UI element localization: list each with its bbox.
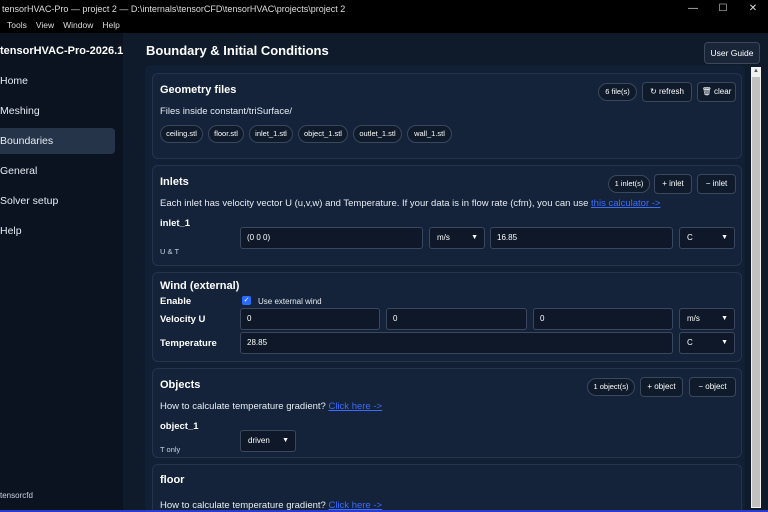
wind-card: Wind (external) Enable ✓ Use external wi… — [152, 272, 742, 362]
app-brand: tensorHVAC-Pro-2026.1.1 — [0, 45, 133, 57]
objects-description: How to calculate temperature gradient? C… — [160, 401, 382, 412]
sidebar-item-home[interactable]: Home — [0, 68, 115, 94]
inlet-velocity-unit-value: m/s — [437, 233, 450, 242]
object-count-badge: 1 object(s) — [587, 378, 635, 396]
inlet-temperature-unit-select[interactable]: C ▼ — [679, 227, 735, 249]
user-guide-button[interactable]: User Guide — [704, 42, 760, 64]
inlet-temperature-unit-value: C — [687, 233, 693, 242]
sidebar-item-boundaries[interactable]: Boundaries — [0, 128, 115, 154]
wind-u-input[interactable]: 0 — [240, 308, 380, 330]
minimize-button[interactable]: — — [678, 0, 708, 17]
wind-w-input[interactable]: 0 — [533, 308, 673, 330]
inlet-count-badge: 1 inlet(s) — [608, 175, 650, 193]
wind-velocity-unit-select[interactable]: m/s ▼ — [679, 308, 735, 330]
menu-tools[interactable]: Tools — [7, 20, 27, 30]
objects-card: Objects 1 object(s) + object − object Ho… — [152, 368, 742, 458]
enable-label: Enable — [160, 296, 192, 307]
sidebar: tensorHVAC-Pro-2026.1.1 Home Meshing Bou… — [0, 33, 132, 512]
remove-object-button[interactable]: − object — [689, 377, 736, 397]
chevron-down-icon: ▼ — [721, 339, 728, 346]
sidebar-item-help[interactable]: Help — [0, 218, 115, 244]
wind-title: Wind (external) — [160, 280, 240, 292]
wind-velocity-unit-value: m/s — [687, 314, 700, 323]
sidebar-item-general[interactable]: General — [0, 158, 115, 184]
geometry-card: Geometry files 6 file(s) ↻ refresh 🗑 cle… — [152, 73, 742, 159]
geometry-title: Geometry files — [160, 84, 237, 96]
inlets-description-text: Each inlet has velocity vector U (u,v,w)… — [160, 198, 589, 209]
object-subtitle: T only — [160, 445, 181, 454]
maximize-button[interactable]: ☐ — [708, 0, 738, 17]
scrollbar-thumb[interactable] — [752, 77, 760, 507]
title-bar: tensorHVAC-Pro — project 2 — D:\internal… — [0, 0, 768, 17]
file-chip: inlet_1.stl — [249, 125, 293, 143]
menu-view[interactable]: View — [36, 20, 54, 30]
inlet-temperature-input[interactable]: 16.85 — [490, 227, 673, 249]
scroll-up-icon[interactable]: ▲ — [753, 68, 759, 74]
inlets-card: Inlets 1 inlet(s) + inlet − inlet Each i… — [152, 165, 742, 266]
clear-button[interactable]: 🗑 clear — [697, 82, 736, 102]
inlets-description: Each inlet has velocity vector U (u,v,w)… — [160, 198, 660, 209]
calculator-link[interactable]: this calculator -> — [591, 198, 660, 209]
main-content: Boundary & Initial Conditions User Guide… — [123, 33, 768, 512]
use-external-wind-label: Use external wind — [258, 297, 322, 306]
window-title: tensorHVAC-Pro — project 2 — D:\internal… — [2, 3, 346, 14]
velocity-u-label: Velocity U — [160, 314, 206, 325]
object-name: object_1 — [160, 421, 199, 432]
use-external-wind-checkbox[interactable]: ✓ — [242, 296, 251, 305]
inlet-subtitle: U & T — [160, 247, 180, 256]
floor-card: floor How to calculate temperature gradi… — [152, 464, 742, 512]
close-button[interactable]: ✕ — [738, 0, 768, 17]
inlet-name: inlet_1 — [160, 218, 191, 229]
temperature-label: Temperature — [160, 338, 217, 349]
geometry-description: Files inside constant/triSurface/ — [160, 106, 293, 117]
add-object-button[interactable]: + object — [640, 377, 683, 397]
file-chip: object_1.stl — [298, 125, 348, 143]
chevron-down-icon: ▼ — [471, 234, 478, 241]
menu-help[interactable]: Help — [102, 20, 119, 30]
menu-bar: Tools View Window Help — [0, 17, 768, 33]
inlets-title: Inlets — [160, 176, 189, 188]
wind-temperature-input[interactable]: 28.85 — [240, 332, 673, 354]
wind-v-input[interactable]: 0 — [386, 308, 527, 330]
file-count-badge: 6 file(s) — [598, 83, 637, 101]
inlet-velocity-input[interactable]: (0 0 0) — [240, 227, 423, 249]
add-inlet-button[interactable]: + inlet — [654, 174, 692, 194]
sidebar-item-meshing[interactable]: Meshing — [0, 98, 115, 124]
objects-help-link[interactable]: Click here -> — [328, 401, 382, 412]
refresh-button[interactable]: ↻ refresh — [642, 82, 692, 102]
sidebar-footer: tensorcfd — [0, 491, 33, 500]
wind-temperature-unit-value: C — [687, 338, 693, 347]
menu-window[interactable]: Window — [63, 20, 93, 30]
page-title: Boundary & Initial Conditions — [146, 43, 329, 58]
object-mode-select[interactable]: driven ▼ — [240, 430, 296, 452]
chevron-down-icon: ▼ — [721, 234, 728, 241]
file-chip: ceiling.stl — [160, 125, 203, 143]
window-controls: — ☐ ✕ — [678, 0, 768, 17]
wind-temperature-unit-select[interactable]: C ▼ — [679, 332, 735, 354]
objects-title: Objects — [160, 379, 201, 391]
inlet-velocity-unit-select[interactable]: m/s ▼ — [429, 227, 485, 249]
file-chip: outlet_1.stl — [353, 125, 402, 143]
scroll-area[interactable]: Geometry files 6 file(s) ↻ refresh 🗑 cle… — [145, 65, 745, 512]
object-mode-value: driven — [248, 436, 270, 445]
sidebar-item-solver-setup[interactable]: Solver setup — [0, 188, 115, 214]
objects-description-text: How to calculate temperature gradient? — [160, 401, 326, 412]
file-chip: wall_1.stl — [407, 125, 452, 143]
file-chip: floor.stl — [208, 125, 244, 143]
chevron-down-icon: ▼ — [721, 315, 728, 322]
scrollbar[interactable]: ▲ — [751, 67, 761, 508]
remove-inlet-button[interactable]: − inlet — [697, 174, 736, 194]
floor-title: floor — [160, 474, 185, 486]
chevron-down-icon: ▼ — [282, 437, 289, 444]
